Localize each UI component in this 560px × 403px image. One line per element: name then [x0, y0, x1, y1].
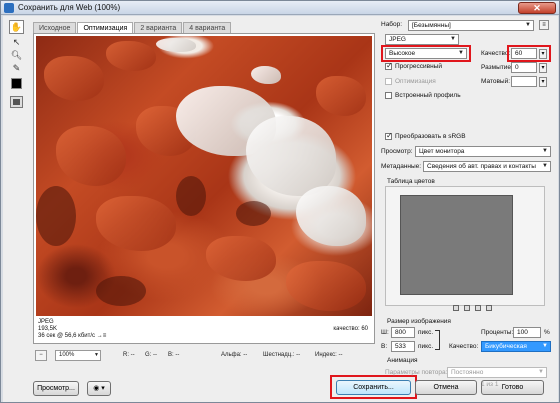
new-color-icon[interactable]	[475, 305, 481, 311]
window-title: Сохранить для Web (100%)	[18, 3, 121, 12]
loop-options-label: Параметры повтора:	[385, 369, 448, 376]
chevron-down-icon: ▼	[542, 343, 548, 349]
image-preview-pane[interactable]: JPEG 193,5K 36 сек @ 56,6 кбит/с →≡ каче…	[33, 33, 375, 344]
preview-label: Просмотр:	[381, 148, 413, 155]
tool-bar: ✋ ↖ 🔍︎ ✎	[7, 20, 27, 120]
chevron-down-icon: ▼	[458, 50, 464, 56]
frame-counter: 1 из 1	[481, 381, 499, 388]
quality-input[interactable]: 60	[511, 48, 537, 59]
preset-select[interactable]: [Безымянны] ▼	[408, 20, 534, 31]
chevron-down-icon: ▼	[94, 352, 99, 358]
tab-original[interactable]: Исходное	[33, 22, 77, 33]
matte-dropdown-icon[interactable]: ▾	[539, 77, 547, 87]
metadata-select[interactable]: Сведения об авт. правах и контакты ▼	[423, 161, 551, 172]
blur-input[interactable]: 0	[511, 62, 537, 73]
lock-color-icon[interactable]	[453, 305, 459, 311]
checkbox-unchecked-icon	[385, 92, 392, 99]
quality-slider-icon[interactable]: ▾	[539, 49, 547, 59]
browser-icon: ◉	[93, 385, 100, 392]
preset-label: Набор:	[381, 21, 403, 28]
height-label: В:	[381, 343, 388, 350]
checkbox-checked-icon	[385, 131, 393, 140]
readout-alpha: Альфа: --	[221, 352, 248, 358]
title-bar: Сохранить для Web (100%) ✕	[1, 1, 559, 15]
zoom-out-icon[interactable]: −	[35, 350, 47, 361]
icc-profile-checkbox[interactable]: Встроенный профиль	[385, 92, 461, 99]
preview-photo[interactable]	[36, 36, 372, 316]
percent-sign: %	[544, 329, 550, 336]
status-bar: − 100% ▼ R: -- G: -- B: -- Альфа: -- Шест…	[33, 349, 375, 363]
metadata-label: Метаданные:	[381, 163, 422, 170]
slice-select-tool-icon[interactable]: ↖	[9, 35, 24, 49]
image-size-title: Размер изображения	[387, 318, 451, 325]
resample-quality-select[interactable]: Бикубическая ▼	[481, 341, 551, 352]
web-snap-icon[interactable]	[464, 305, 470, 311]
checkbox-checked-icon	[385, 61, 393, 70]
srgb-checkbox[interactable]: Преобразовать в sRGB	[385, 131, 466, 140]
optimized-checkbox[interactable]: Оптимизация	[385, 78, 436, 85]
readout-index: Индекс: --	[315, 352, 343, 358]
quality-label: Качество:	[481, 50, 511, 57]
info-quality: качество: 60	[333, 326, 368, 332]
info-size: 193,5K	[38, 326, 58, 332]
optimize-menu-icon[interactable]: ≡	[539, 20, 549, 30]
width-label: Ш:	[381, 329, 389, 336]
optimized-info: JPEG 193,5K 36 сек @ 56,6 кбит/с →≡	[38, 319, 106, 340]
close-button[interactable]: ✕	[518, 2, 556, 14]
trash-icon[interactable]	[486, 305, 492, 311]
toggle-slices-icon[interactable]	[10, 96, 23, 108]
progressive-checkbox[interactable]: Прогрессивный	[385, 61, 442, 70]
color-table-label: Таблица цветов	[387, 178, 435, 185]
blur-label: Размытие:	[481, 64, 513, 71]
chevron-down-icon: ▼	[450, 36, 456, 42]
zoom-tool-icon[interactable]: 🔍︎	[9, 48, 24, 62]
tab-optimized[interactable]: Оптимизация	[77, 22, 134, 33]
constrain-proportions-link-icon[interactable]	[435, 330, 440, 350]
width-input[interactable]: 800	[391, 327, 415, 338]
chevron-down-icon: ▼	[542, 163, 548, 169]
chevron-down-icon: ▼	[542, 148, 548, 154]
hand-tool-icon[interactable]: ✋	[9, 20, 24, 34]
info-download-time: 36 сек @ 56,6 кбит/с →≡	[38, 333, 107, 339]
eyedropper-tool-icon[interactable]: ✎	[9, 61, 24, 75]
save-button[interactable]: Сохранить...	[336, 380, 411, 395]
app-icon	[4, 3, 14, 13]
preview-button[interactable]: Просмотр...	[33, 381, 79, 396]
quality-preset-select[interactable]: Высокое ▼	[385, 48, 467, 59]
matte-select[interactable]	[511, 76, 537, 87]
width-unit: пикс.	[418, 329, 434, 336]
readout-hex: Шестнадц.: --	[263, 352, 301, 358]
tab-2-up[interactable]: 2 варианта	[134, 22, 183, 33]
zoom-select[interactable]: 100% ▼	[55, 350, 101, 361]
chevron-down-icon: ▼	[538, 369, 544, 375]
color-table-panel	[385, 186, 545, 306]
tab-4-up[interactable]: 4 варианта	[183, 22, 232, 33]
preview-select[interactable]: Цвет монитора ▼	[415, 146, 551, 157]
height-unit: пикс.	[418, 343, 434, 350]
browser-select[interactable]: ◉ ▾	[87, 381, 111, 396]
download-menu-icon[interactable]: →≡	[97, 333, 107, 339]
dialog-body: ✋ ↖ 🔍︎ ✎ Исходное Оптимизация 2 варианта…	[3, 16, 558, 402]
readout-g: G: --	[145, 352, 157, 358]
resample-quality-label: Качество:	[449, 343, 479, 350]
matte-label: Матовый:	[481, 78, 511, 85]
info-format: JPEG	[38, 319, 54, 325]
checkbox-unchecked-icon	[385, 78, 392, 85]
eyedropper-color-swatch[interactable]	[11, 78, 22, 89]
percent-input[interactable]: 100	[513, 327, 541, 338]
format-select[interactable]: JPEG ▼	[385, 34, 459, 45]
color-table-tools	[453, 305, 497, 313]
animation-title: Анимация	[387, 357, 418, 364]
readout-b: B: --	[168, 352, 180, 358]
percent-label: Проценты:	[481, 329, 514, 336]
readout-r: R: --	[123, 352, 135, 358]
color-table-grid[interactable]	[400, 195, 513, 295]
save-for-web-window: Сохранить для Web (100%) ✕ ✋ ↖ 🔍︎ ✎ Исхо…	[0, 0, 560, 403]
height-input[interactable]: 533	[391, 341, 415, 352]
chevron-down-icon: ▼	[525, 22, 531, 28]
cancel-button[interactable]: Отмена	[415, 380, 477, 395]
loop-options-select[interactable]: Постоянно ▼	[447, 367, 547, 378]
blur-slider-icon[interactable]: ▾	[539, 63, 547, 73]
